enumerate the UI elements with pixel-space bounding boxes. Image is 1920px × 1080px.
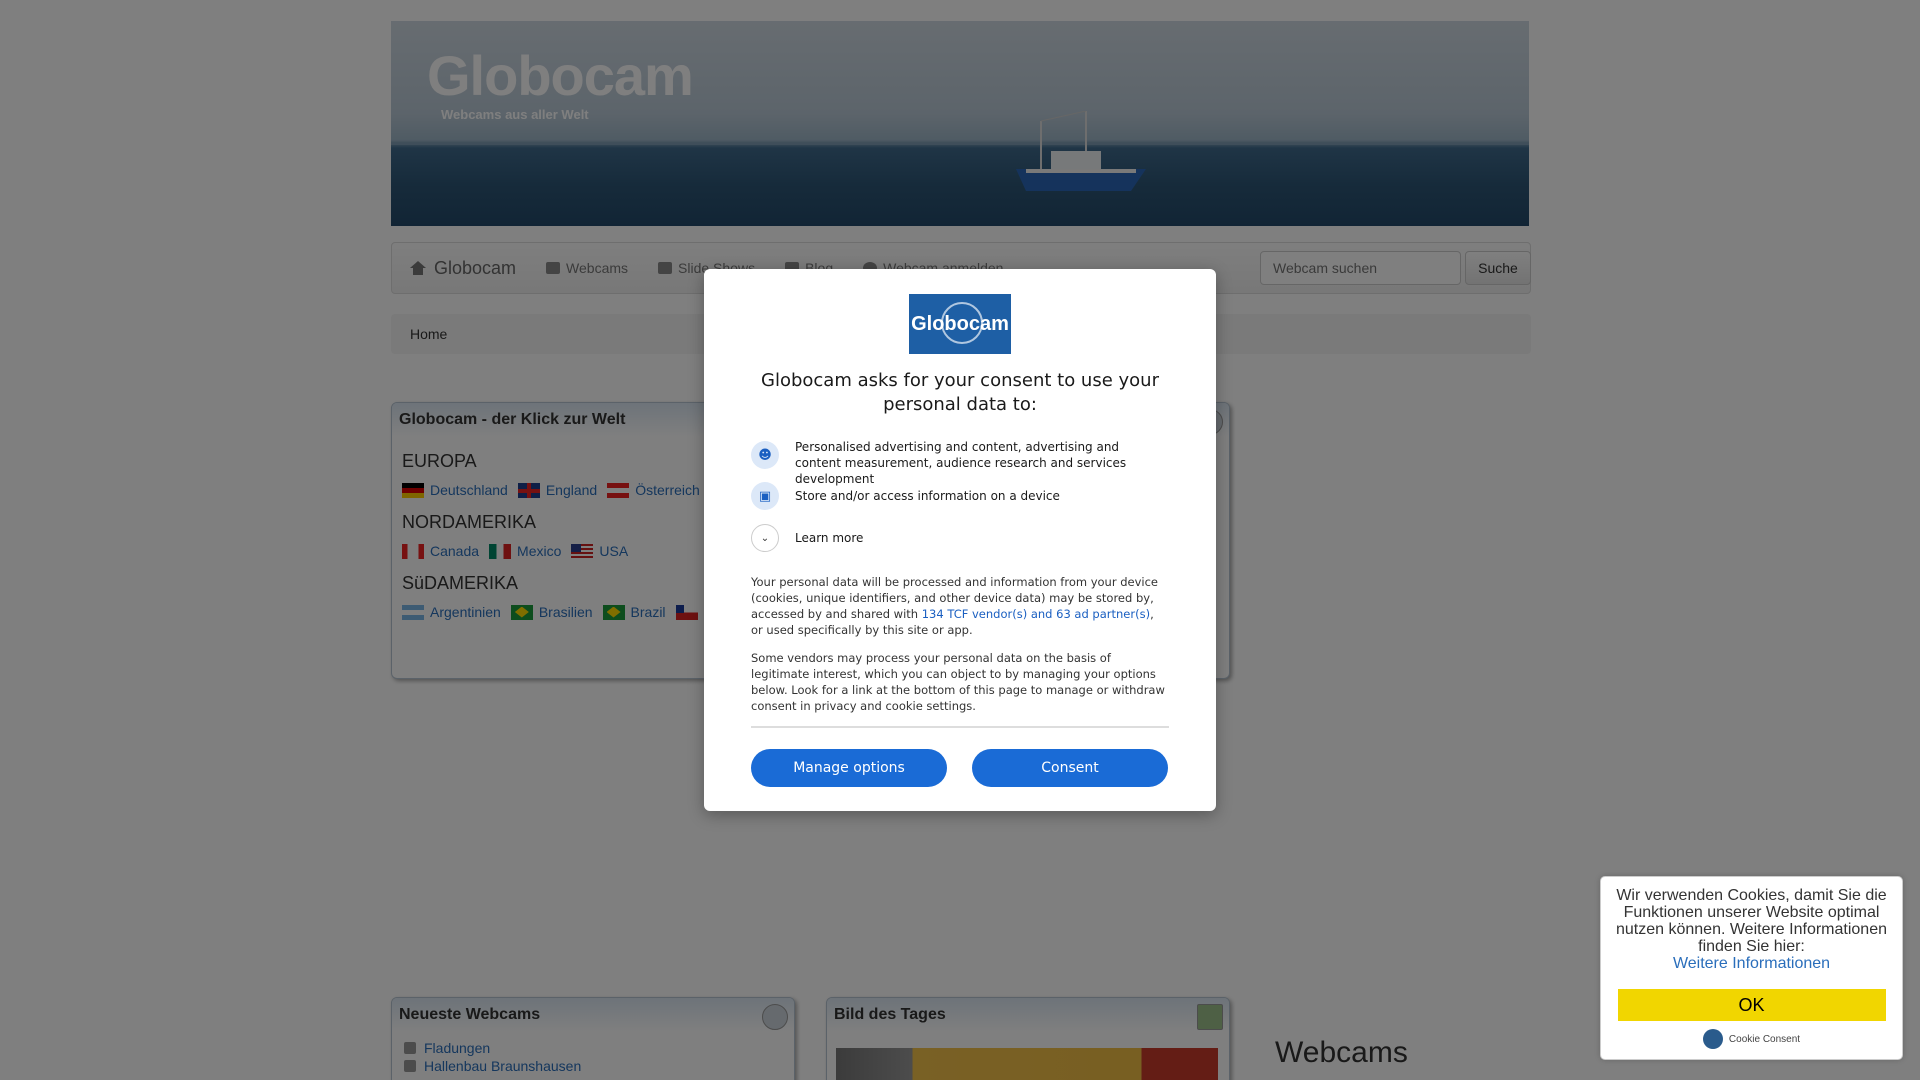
divider	[751, 726, 1169, 728]
consent-paragraph: Your personal data will be processed and…	[751, 574, 1169, 638]
purpose-text: Store and/or access information on a dev…	[795, 489, 1060, 503]
consent-dialog: Globocam Globocam asks for your consent …	[704, 269, 1216, 811]
cookie-consent-logo-icon	[1702, 1029, 1723, 1049]
chevron-down-icon: ⌄	[751, 524, 779, 552]
cookie-ok-button[interactable]: OK	[1617, 989, 1886, 1021]
learn-more-toggle[interactable]: ⌄ Learn more	[751, 524, 863, 552]
purpose-item: ▣ Store and/or access information on a d…	[751, 482, 1060, 510]
purpose-text: Personalised advertising and content, ad…	[795, 440, 1127, 486]
manage-options-button[interactable]: Manage options	[751, 749, 947, 787]
consent-title: Globocam asks for your consent to use yo…	[761, 370, 1159, 415]
cookie-consent-brand-label: Cookie Consent	[1728, 1033, 1801, 1045]
cookie-banner-text: Wir verwenden Cookies, damit Sie die Fun…	[1616, 887, 1887, 955]
globocam-logo: Globocam	[909, 294, 1011, 354]
purpose-item: ☻ Personalised advertising and content, …	[751, 440, 1126, 486]
consent-button[interactable]: Consent	[972, 749, 1168, 787]
person-icon: ☻	[751, 441, 779, 469]
cookie-banner: Wir verwenden Cookies, damit Sie die Fun…	[1600, 876, 1903, 1060]
device-icon: ▣	[751, 482, 779, 510]
cookie-more-info-link[interactable]: Weitere Informationen	[1613, 955, 1890, 973]
logo-text: Globocam	[911, 312, 1009, 335]
vendors-link[interactable]: 134 TCF vendor(s) and 63 ad partner(s)	[922, 607, 1150, 621]
legitimate-interest-paragraph: Some vendors may process your personal d…	[751, 651, 1165, 713]
learn-more-label: Learn more	[795, 531, 864, 545]
cookie-consent-brand[interactable]: Cookie Consent	[1613, 1029, 1890, 1049]
